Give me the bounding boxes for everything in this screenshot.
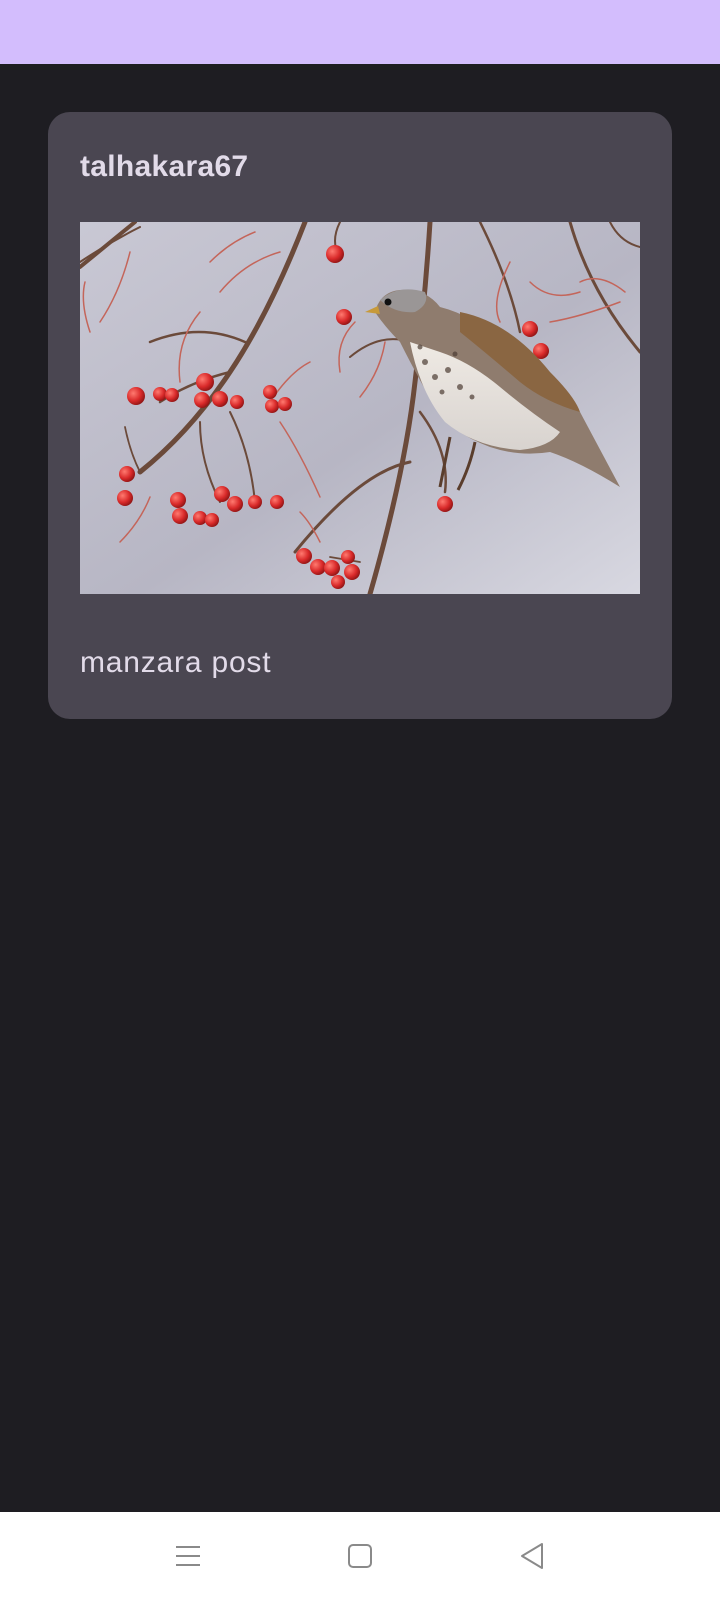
app-top-bar xyxy=(0,0,720,64)
post-username[interactable]: talhakara67 xyxy=(80,150,248,184)
system-navigation-bar xyxy=(0,1512,720,1600)
back-button[interactable] xyxy=(508,1532,556,1580)
post-image[interactable] xyxy=(80,222,640,594)
triangle-back-icon xyxy=(521,1543,543,1569)
post-caption: manzara post xyxy=(80,646,272,679)
menu-icon xyxy=(176,1546,200,1566)
feed: talhakara67 manzara post xyxy=(0,64,720,1512)
post-card[interactable]: talhakara67 manzara post xyxy=(48,112,672,719)
square-home-icon xyxy=(348,1544,372,1568)
menu-button[interactable] xyxy=(164,1532,212,1580)
home-button[interactable] xyxy=(336,1532,384,1580)
